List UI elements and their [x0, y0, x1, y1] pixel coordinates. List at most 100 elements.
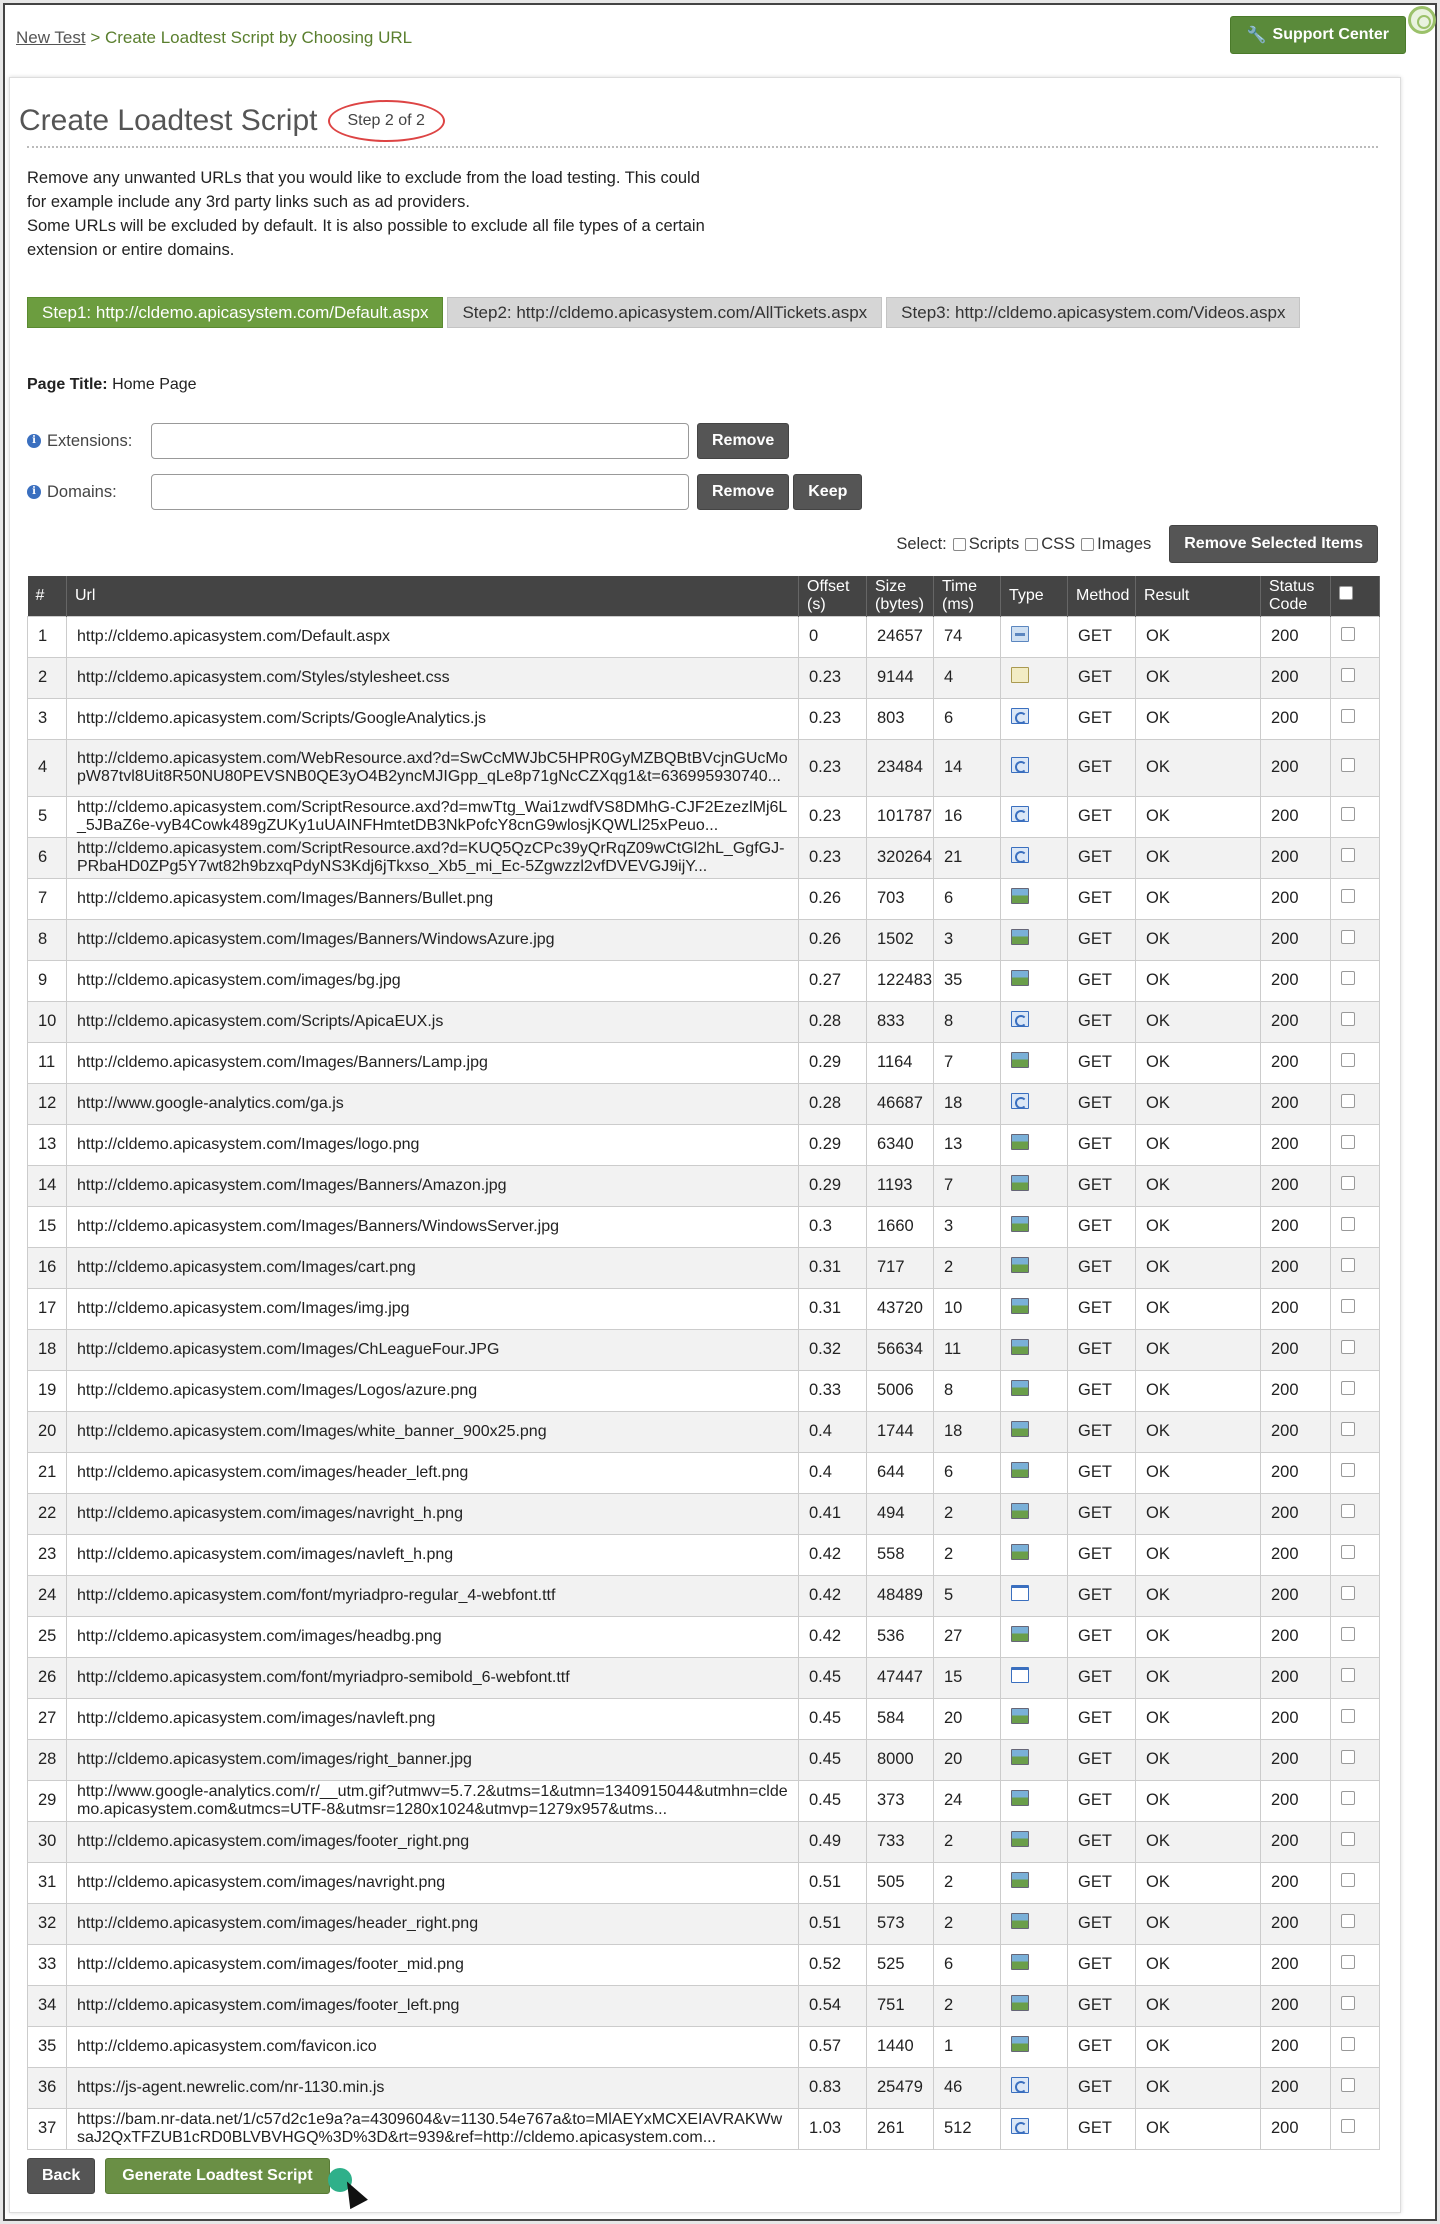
tab-step1[interactable]: Step1: http://cldemo.apicasystem.com/Def… [27, 297, 444, 328]
row-checkbox[interactable] [1341, 1955, 1355, 1969]
table-row: 2 http://cldemo.apicasystem.com/Styles/st… [27, 656, 1380, 699]
row-checkbox[interactable] [1341, 971, 1355, 985]
scripts-label: Scripts [968, 534, 1020, 553]
row-checkbox[interactable] [1341, 1627, 1355, 1641]
col-result-header[interactable]: Result [1135, 576, 1261, 616]
table-row: 22 http://cldemo.apicasystem.com/images/n… [27, 1492, 1380, 1535]
row-checkbox[interactable] [1341, 709, 1355, 723]
row-number: 34 [27, 1984, 67, 2027]
row-size: 558 [866, 1533, 934, 1576]
row-method: GET [1067, 1902, 1136, 1945]
row-select-cell [1330, 1984, 1380, 2027]
row-select-cell [1330, 1615, 1380, 1658]
row-checkbox[interactable] [1341, 1463, 1355, 1477]
row-checkbox[interactable] [1341, 627, 1355, 641]
row-checkbox[interactable] [1341, 1545, 1355, 1559]
generate-loadtest-script-button[interactable]: Generate Loadtest Script [105, 2158, 330, 2194]
row-checkbox[interactable] [1341, 807, 1355, 821]
row-checkbox[interactable] [1341, 1996, 1355, 2010]
row-checkbox[interactable] [1341, 930, 1355, 944]
row-checkbox[interactable] [1341, 1504, 1355, 1518]
row-checkbox[interactable] [1341, 1709, 1355, 1723]
col-offset-header[interactable]: Offset (s) [798, 576, 867, 616]
col-type-header[interactable]: Type [1000, 576, 1068, 616]
tab-step3[interactable]: Step3: http://cldemo.apicasystem.com/Vid… [886, 297, 1301, 328]
row-checkbox[interactable] [1341, 2119, 1355, 2133]
row-checkbox[interactable] [1341, 1217, 1355, 1231]
row-number: 31 [27, 1861, 67, 1904]
row-checkbox[interactable] [1341, 1832, 1355, 1846]
row-result: OK [1135, 1000, 1261, 1043]
row-number: 23 [27, 1533, 67, 1576]
col-status-header[interactable]: Status Code [1260, 576, 1331, 616]
row-checkbox[interactable] [1341, 1750, 1355, 1764]
row-number: 28 [27, 1738, 67, 1781]
info-icon[interactable]: i [27, 434, 41, 448]
row-checkbox[interactable] [1341, 1873, 1355, 1887]
row-checkbox[interactable] [1341, 1791, 1355, 1805]
row-checkbox[interactable] [1341, 1340, 1355, 1354]
info-icon[interactable]: i [27, 485, 41, 499]
images-label: Images [1097, 534, 1152, 553]
row-status: 200 [1260, 1615, 1331, 1658]
support-center-button[interactable]: 🔧 Support Center [1229, 16, 1406, 54]
row-checkbox[interactable] [1341, 1586, 1355, 1600]
row-checkbox[interactable] [1341, 758, 1355, 772]
row-checkbox[interactable] [1341, 1135, 1355, 1149]
row-checkbox[interactable] [1341, 2078, 1355, 2092]
extensions-label: Extensions: [47, 431, 133, 450]
row-size: 122483 [866, 959, 934, 1002]
table-row: 21 http://cldemo.apicasystem.com/images/h… [27, 1451, 1380, 1494]
row-result: OK [1135, 1656, 1261, 1699]
extensions-input[interactable] [151, 423, 689, 459]
row-type [1000, 1205, 1068, 1248]
row-checkbox[interactable] [1341, 2037, 1355, 2051]
remove-selected-button[interactable]: Remove Selected Items [1169, 525, 1378, 563]
row-checkbox[interactable] [1341, 1914, 1355, 1928]
row-number: 10 [27, 1000, 67, 1043]
row-status: 200 [1260, 1902, 1331, 1945]
row-offset: 0.45 [798, 1779, 867, 1822]
tab-step2[interactable]: Step2: http://cldemo.apicasystem.com/All… [447, 297, 883, 328]
domains-input[interactable] [151, 474, 689, 510]
table-row: 14 http://cldemo.apicasystem.com/Images/B… [27, 1164, 1380, 1207]
row-number: 3 [27, 697, 67, 740]
css-checkbox[interactable] [1025, 537, 1039, 551]
row-checkbox[interactable] [1341, 1381, 1355, 1395]
row-checkbox[interactable] [1341, 1176, 1355, 1190]
domains-remove-button[interactable]: Remove [697, 474, 790, 510]
row-result: OK [1135, 2107, 1261, 2150]
row-checkbox[interactable] [1341, 889, 1355, 903]
breadcrumb-new-test-link[interactable]: New Test [16, 28, 86, 47]
image-file-icon [1011, 888, 1029, 904]
row-checkbox[interactable] [1341, 1299, 1355, 1313]
select-all-checkbox[interactable] [1339, 586, 1353, 601]
col-size-header[interactable]: Size (bytes) [866, 576, 934, 616]
row-method: GET [1067, 1246, 1136, 1289]
col-method-header[interactable]: Method [1067, 576, 1136, 616]
row-checkbox[interactable] [1341, 1258, 1355, 1272]
back-button[interactable]: Back [27, 2158, 96, 2194]
settings-circle-icon[interactable] [1408, 6, 1436, 34]
row-checkbox[interactable] [1341, 1094, 1355, 1108]
domains-keep-button[interactable]: Keep [793, 474, 863, 510]
row-checkbox[interactable] [1341, 1668, 1355, 1682]
row-checkbox[interactable] [1341, 668, 1355, 682]
images-checkbox[interactable] [1081, 537, 1095, 551]
row-checkbox[interactable] [1341, 1422, 1355, 1436]
row-url: http://cldemo.apicasystem.com/Styles/sty… [66, 656, 799, 699]
row-checkbox[interactable] [1341, 1053, 1355, 1067]
row-checkbox[interactable] [1341, 1012, 1355, 1026]
row-url: http://cldemo.apicasystem.com/ScriptReso… [66, 795, 799, 838]
row-select-cell [1330, 1943, 1380, 1986]
row-size: 644 [866, 1451, 934, 1494]
row-checkbox[interactable] [1341, 848, 1355, 862]
script-file-icon [1011, 708, 1029, 724]
col-url-header[interactable]: Url [66, 576, 799, 616]
extensions-remove-button[interactable]: Remove [697, 423, 790, 459]
row-method: GET [1067, 959, 1136, 1002]
scripts-checkbox[interactable] [952, 537, 966, 551]
row-result: OK [1135, 1082, 1261, 1125]
col-time-header[interactable]: Time (ms) [933, 576, 1001, 616]
row-offset: 1.03 [798, 2107, 867, 2150]
